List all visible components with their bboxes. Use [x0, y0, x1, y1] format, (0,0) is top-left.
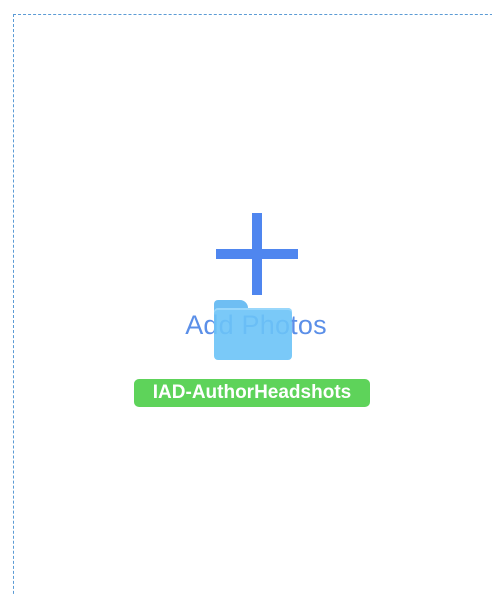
- photo-upload-page: Add Photos IAD-AuthorHeadshots: [0, 0, 492, 596]
- plus-icon[interactable]: [216, 213, 298, 295]
- folder-body: [214, 308, 292, 360]
- dragged-folder-name-badge: IAD-AuthorHeadshots: [134, 379, 370, 407]
- plus-icon-vertical-bar: [252, 213, 262, 295]
- folder-icon[interactable]: [214, 300, 292, 362]
